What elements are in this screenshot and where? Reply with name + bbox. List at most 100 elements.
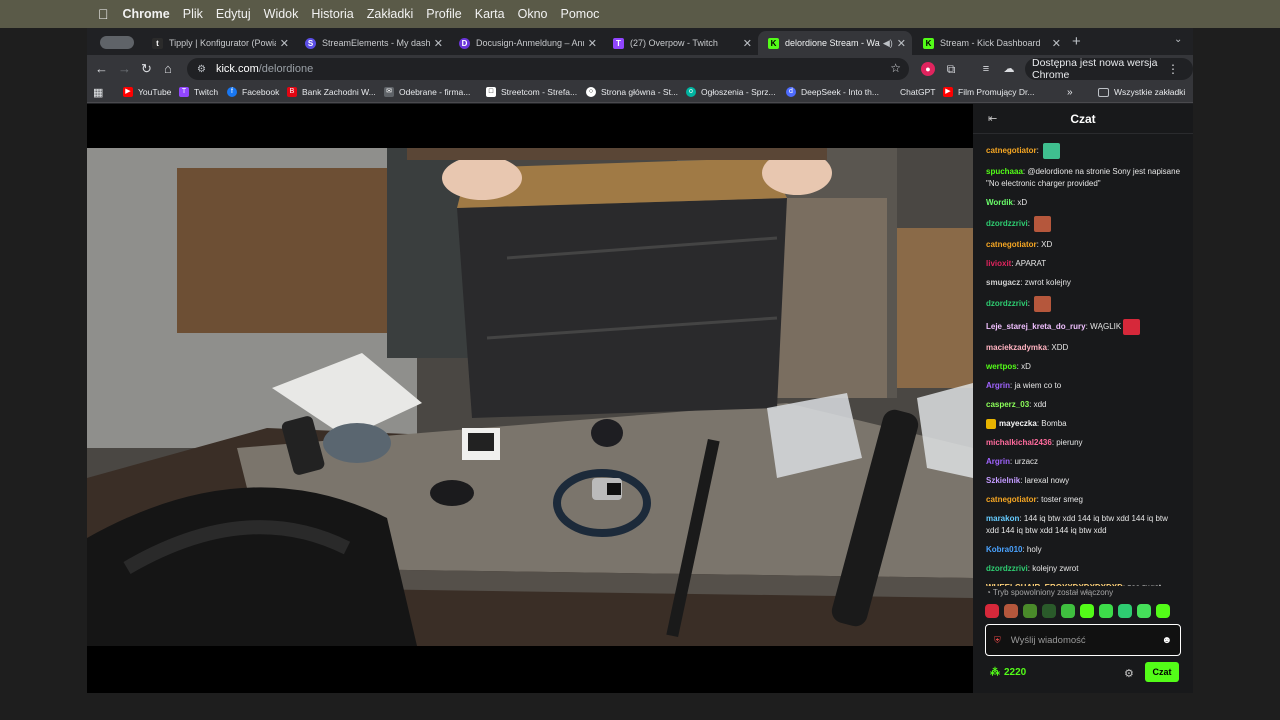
chat-separator: :	[1027, 219, 1033, 229]
emote-icon[interactable]	[1080, 604, 1094, 618]
bookmark-film[interactable]: ▶ Film Promujący Dr...	[943, 87, 1035, 97]
tab-kick-dashboard[interactable]: K Stream - Kick Dashboard ✕	[913, 31, 1067, 55]
bookmark-odebrane[interactable]: ✉ Odebrane - firma...	[384, 87, 470, 97]
close-tab-icon[interactable]: ✕	[897, 37, 906, 50]
emote-icon[interactable]	[1061, 604, 1075, 618]
apps-grid-icon[interactable]: ▦	[93, 86, 103, 99]
chat-username[interactable]: dzordzzrivi	[986, 564, 1028, 573]
close-tab-icon[interactable]: ✕	[434, 37, 443, 50]
bookmark-facebook[interactable]: f Facebook	[227, 87, 279, 97]
forward-icon[interactable]: →	[118, 61, 131, 76]
apple-icon[interactable]: 	[98, 6, 109, 22]
chat-username[interactable]: marakon	[986, 514, 1019, 523]
back-icon[interactable]: ←	[95, 61, 108, 76]
collapse-chat-icon[interactable]: ⇤	[988, 112, 997, 125]
chat-username[interactable]: WHEELCHAIR_EBOYXDXDXDXDXD	[986, 583, 1123, 586]
emote-icon[interactable]	[1118, 604, 1132, 618]
bookmark-chatgpt[interactable]: ChatGPT	[900, 87, 935, 97]
close-tab-icon[interactable]: ✕	[743, 37, 752, 50]
close-tab-icon[interactable]: ✕	[1052, 37, 1061, 50]
chat-username[interactable]: catnegotiator	[986, 495, 1037, 504]
send-chat-button[interactable]: Czat	[1145, 662, 1179, 682]
chat-text: zas zwrot	[1127, 583, 1161, 586]
chat-username[interactable]: Szkielnik	[986, 476, 1020, 485]
update-chrome-button[interactable]: Dostępna jest nowa wersja Chrome ⋮	[1025, 57, 1193, 81]
tab-docusign[interactable]: D Docusign-Anmeldung – Anm ✕	[449, 31, 603, 55]
emote-icon[interactable]	[985, 604, 999, 618]
bookmarks-overflow-icon[interactable]: »	[1067, 87, 1073, 98]
emote-icon[interactable]	[1023, 604, 1037, 618]
chat-separator: :	[1036, 146, 1042, 156]
tab-kick-stream[interactable]: K delordione Stream - Watc ◀) ✕	[758, 31, 912, 55]
tab-streamelements[interactable]: S StreamElements - My dashbo ✕	[295, 31, 449, 55]
profile-icon[interactable]: ☁	[1002, 62, 1016, 76]
menu-chrome[interactable]: Chrome	[123, 7, 170, 21]
chat-username[interactable]: Argrin	[986, 381, 1010, 390]
bookmark-deepseek[interactable]: d DeepSeek - Into th...	[786, 87, 879, 97]
chat-separator: :	[1027, 299, 1033, 309]
chat-username[interactable]: catnegotiator	[986, 146, 1037, 155]
all-bookmarks-button[interactable]: Wszystkie zakładki	[1098, 87, 1185, 97]
chat-username[interactable]: Argrin	[986, 457, 1010, 466]
menu-karta[interactable]: Karta	[475, 7, 505, 21]
chat-text: larexal nowy	[1024, 476, 1070, 485]
new-tab-icon[interactable]: +	[1072, 33, 1081, 50]
chat-username[interactable]: michalkichal2436	[986, 438, 1052, 447]
chat-username[interactable]: Wordik	[986, 198, 1013, 207]
menu-dots-icon[interactable]: ⋮	[1167, 62, 1179, 76]
chat-username[interactable]: catnegotiator	[986, 240, 1037, 249]
emote-icon[interactable]	[1137, 604, 1151, 618]
chat-settings-icon[interactable]: ⚙	[1124, 667, 1134, 680]
bookmark-youtube[interactable]: ▶ YouTube	[123, 87, 171, 97]
bookmark-bank[interactable]: B Bank Zachodni W...	[287, 87, 376, 97]
tab-tipply[interactable]: t Tipply | Konfigurator (Powiadc ✕	[142, 31, 295, 55]
menu-widok[interactable]: Widok	[264, 7, 299, 21]
tab-list-chevron-icon[interactable]: ⌄	[1174, 34, 1182, 45]
home-icon[interactable]: ⌂	[164, 61, 172, 76]
extensions-puzzle-icon[interactable]: ⧉	[944, 62, 958, 76]
close-tab-icon[interactable]: ✕	[588, 37, 597, 50]
bookmark-streetcom[interactable]: □ Streetcom - Strefa...	[486, 87, 577, 97]
stream-video-player[interactable]	[87, 148, 973, 646]
chat-username[interactable]: maciekzadymka	[986, 343, 1047, 352]
chat-username[interactable]: Kobra010	[986, 545, 1022, 554]
chat-messages[interactable]: catnegotiator: spuchaaa: @delordione na …	[973, 136, 1193, 586]
close-tab-icon[interactable]: ✕	[280, 37, 289, 50]
tab-twitch[interactable]: T (27) Overpow - Twitch ✕	[603, 31, 758, 55]
chat-username[interactable]: Leje_starej_kreta_do_rury	[986, 322, 1086, 331]
emoji-picker-icon[interactable]: ☻	[1161, 635, 1172, 646]
bookmark-strona-glowna[interactable]: ○ Strona główna - St...	[586, 87, 678, 97]
extension-red-icon[interactable]: ●	[921, 62, 935, 76]
media-controls-icon[interactable]: ≡	[979, 62, 993, 76]
speaker-icon[interactable]: ◀)	[883, 38, 893, 49]
emote-icon[interactable]	[1004, 604, 1018, 618]
menu-profile[interactable]: Profile	[426, 7, 461, 21]
bookmark-twitch[interactable]: T Twitch	[179, 87, 218, 97]
menu-edytuj[interactable]: Edytuj	[216, 7, 251, 21]
chat-username[interactable]: dzordzzrivi	[986, 219, 1028, 228]
chat-username[interactable]: mayeczka	[999, 419, 1037, 428]
chat-username[interactable]: wertpos	[986, 362, 1017, 371]
chat-message-input[interactable]	[1010, 634, 1162, 646]
site-info-icon[interactable]: ⚙	[197, 64, 206, 75]
emote-icon[interactable]	[1099, 604, 1113, 618]
emote-icon[interactable]	[1042, 604, 1056, 618]
chat-username[interactable]: smugacz	[986, 278, 1020, 287]
menu-pomoc[interactable]: Pomoc	[561, 7, 600, 21]
chat-username[interactable]: casperz_03	[986, 400, 1029, 409]
menu-okno[interactable]: Okno	[518, 7, 548, 21]
youtube-icon: ▶	[123, 87, 133, 97]
emote-icon[interactable]	[1156, 604, 1170, 618]
reload-icon[interactable]: ↻	[141, 61, 152, 77]
chat-username[interactable]: livioxit	[986, 259, 1011, 268]
address-bar[interactable]: ⚙ kick.com/delordione ☆	[187, 58, 909, 80]
bookmark-ogloszenia[interactable]: o Ogłoszenia - Sprz...	[686, 87, 776, 97]
menu-zakladki[interactable]: Zakładki	[367, 7, 414, 21]
menu-plik[interactable]: Plik	[183, 7, 203, 21]
menu-historia[interactable]: Historia	[311, 7, 353, 21]
chat-username[interactable]: spuchaaa	[986, 167, 1023, 176]
channel-points[interactable]: ⁂ 2220	[990, 667, 1026, 678]
tab-search-pill[interactable]	[100, 36, 134, 49]
chat-username[interactable]: dzordzzrivi	[986, 299, 1028, 308]
bookmark-star-icon[interactable]: ☆	[890, 61, 901, 75]
